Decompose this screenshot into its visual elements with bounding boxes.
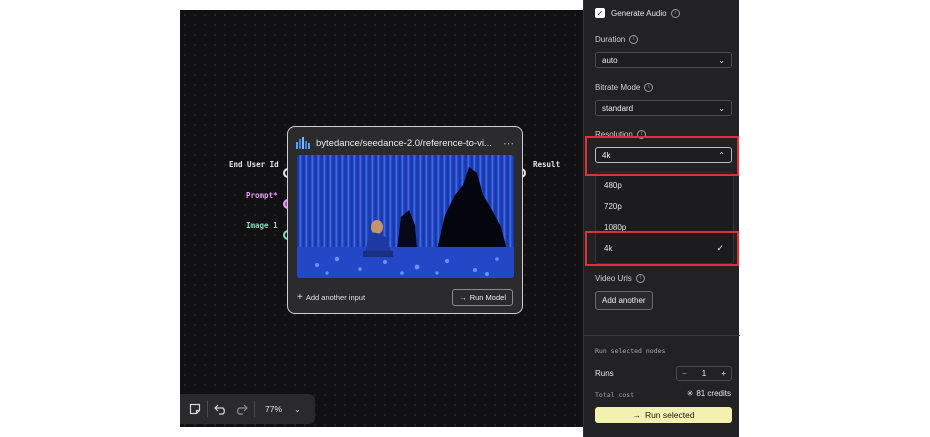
bitrate-value: standard <box>602 103 634 113</box>
info-icon[interactable]: i <box>629 35 639 44</box>
chevron-down-icon: ⌄ <box>718 56 725 65</box>
bar-chart-icon <box>296 137 310 149</box>
model-node[interactable]: bytedance/seedance-2.0/reference-to-vi..… <box>287 126 523 314</box>
bitrate-select[interactable]: standard ⌄ <box>595 100 732 116</box>
add-another-button[interactable]: Add another <box>595 291 653 310</box>
option-480p[interactable]: 480p <box>604 181 622 190</box>
sticky-note-button[interactable] <box>189 403 201 415</box>
duration-label-text: Duration <box>595 35 626 44</box>
plus-icon[interactable]: + <box>721 369 726 378</box>
input-label-image-1: Image 1 <box>246 221 278 230</box>
total-cost-label: Total cost <box>595 391 635 399</box>
video-urls-label-text: Video Urls <box>595 274 632 283</box>
duration-select[interactable]: auto ⌄ <box>595 52 732 68</box>
chevron-down-icon: ⌄ <box>294 404 301 414</box>
node-footer: + Add another input → Run Model <box>297 288 513 306</box>
generate-audio-row[interactable]: ✓ Generate Audio i <box>595 8 680 18</box>
settings-panel: ✓ Generate Audio i Duration i auto ⌄ Bit… <box>583 0 740 437</box>
zoom-level: 77% <box>265 404 283 414</box>
input-label-prompt: Prompt* <box>246 191 278 200</box>
duration-label: Duration i <box>595 35 639 44</box>
generate-audio-label: Generate Audio <box>611 8 667 18</box>
runs-stepper[interactable]: − 1 + <box>676 366 732 381</box>
node-title: bytedance/seedance-2.0/reference-to-vi..… <box>316 137 492 149</box>
generate-audio-checkbox[interactable]: ✓ <box>595 8 605 18</box>
info-icon[interactable]: i <box>670 8 680 18</box>
run-section-label: Run selected nodes <box>595 347 666 355</box>
panel-divider <box>584 335 740 336</box>
run-model-label: Run Model <box>469 292 506 302</box>
plus-icon: + <box>297 291 303 303</box>
add-input-button[interactable]: + Add another input <box>297 292 365 303</box>
resolution-label: Resolution i <box>595 130 646 139</box>
note-icon <box>189 403 201 415</box>
more-options-icon[interactable]: ⋯ <box>503 137 514 150</box>
redo-button[interactable] <box>234 403 248 415</box>
canvas-toolbar: 77% ⌄ <box>180 394 315 424</box>
resolution-dropdown: 480p 720p 1080p 4k ✓ <box>595 172 734 264</box>
run-selected-button[interactable]: → Run selected <box>595 407 732 423</box>
toolbar-divider <box>207 401 208 417</box>
runs-label: Runs <box>595 369 614 378</box>
run-model-button[interactable]: → Run Model <box>452 288 513 306</box>
video-urls-label: Video Urls i <box>595 274 645 283</box>
check-icon: ✓ <box>716 243 724 253</box>
total-cost: ✳ 81 credits <box>687 389 731 398</box>
bitrate-label: Bitrate Mode i <box>595 83 654 92</box>
undo-icon <box>214 404 225 415</box>
resolution-select[interactable]: 4k ⌃ <box>595 147 732 163</box>
redo-icon <box>237 404 248 415</box>
node-preview-image <box>297 155 514 278</box>
resolution-value: 4k <box>602 150 611 160</box>
minus-icon[interactable]: − <box>682 369 687 378</box>
run-selected-label: Run selected <box>644 410 695 420</box>
runs-value: 1 <box>701 369 707 378</box>
toolbar-divider <box>254 401 255 417</box>
info-icon[interactable]: i <box>636 130 646 139</box>
node-header: bytedance/seedance-2.0/reference-to-vi..… <box>296 135 514 151</box>
option-720p[interactable]: 720p <box>604 202 622 211</box>
credits-icon: ✳ <box>686 389 694 398</box>
arrow-right-icon: → <box>632 410 641 420</box>
output-label-result: Result <box>533 160 561 169</box>
resolution-label-text: Resolution <box>595 130 633 139</box>
input-label-end-user-id: End User Id <box>229 160 279 169</box>
chevron-up-icon: ⌃ <box>718 151 725 160</box>
chevron-down-icon: ⌄ <box>718 104 725 113</box>
info-icon[interactable]: i <box>635 274 645 283</box>
duration-value: auto <box>602 55 618 65</box>
zoom-dropdown-button[interactable]: ⌄ <box>294 405 301 414</box>
total-cost-value: 81 credits <box>696 389 731 398</box>
undo-button[interactable] <box>214 403 228 415</box>
option-4k[interactable]: 4k <box>604 244 612 253</box>
bitrate-label-text: Bitrate Mode <box>595 83 641 92</box>
option-1080p[interactable]: 1080p <box>604 223 626 232</box>
info-icon[interactable]: i <box>644 83 654 92</box>
add-input-label: Add another input <box>305 292 366 302</box>
arrow-right-icon: → <box>459 292 467 302</box>
